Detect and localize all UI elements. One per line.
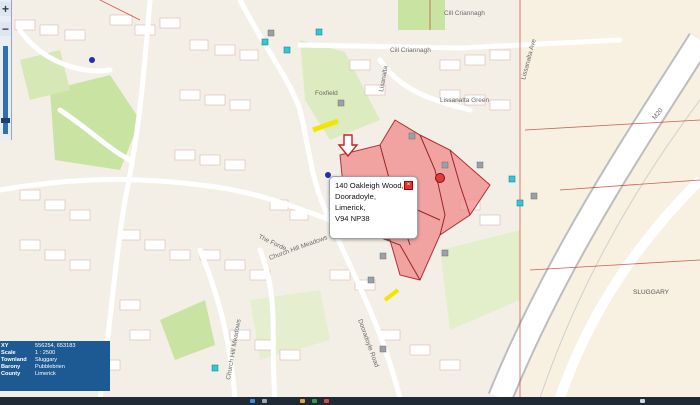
label-cill-criannagh-mid: Cill Criannagh — [390, 47, 431, 54]
zoom-in-button[interactable]: + — [0, 2, 11, 16]
taskbar-tray-icon[interactable] — [640, 399, 645, 403]
taskbar-folder-icon[interactable] — [300, 399, 305, 403]
address-line-3: Limerick, — [335, 203, 366, 212]
location-info-panel: XY 556254, 653183 Scale 1 : 2500 Townland S… — [0, 341, 110, 391]
zoom-out-button[interactable]: − — [0, 22, 11, 36]
address-line-4: V94 NP38 — [335, 214, 370, 223]
address-popup: 140 Oakleigh Wood, Dooradoyle, Limerick,… — [329, 176, 418, 239]
label-lissanalta-green: Lissanalta Green — [440, 97, 490, 104]
info-row-xy: XY 556254, 653183 — [1, 343, 76, 349]
blue-marker-1[interactable] — [89, 57, 95, 63]
taskbar-search-icon[interactable] — [262, 399, 267, 403]
close-icon[interactable]: × — [404, 181, 413, 190]
label-area-sluggary: SLUGGARY — [633, 289, 670, 296]
address-line-2: Dooradoyle, — [335, 192, 376, 201]
info-row-county: County Limerick — [1, 371, 56, 377]
zoom-control: + − — [0, 0, 12, 140]
taskbar-browser-icon[interactable] — [324, 399, 329, 403]
zoom-slider-thumb[interactable] — [1, 118, 10, 123]
location-marker[interactable] — [435, 173, 445, 183]
label-cill-criannagh-top: Cill Criannagh — [444, 10, 485, 17]
taskbar — [0, 397, 700, 405]
info-row-scale: Scale 1 : 2500 — [1, 350, 56, 356]
label-foxfield: Foxfield — [315, 90, 338, 97]
taskbar-app-icon[interactable] — [312, 399, 317, 403]
info-row-barony: Barony Pubblebrien — [1, 364, 65, 370]
taskbar-start-icon[interactable] — [250, 399, 255, 403]
info-row-townland: Townland Sluggary — [1, 357, 58, 363]
